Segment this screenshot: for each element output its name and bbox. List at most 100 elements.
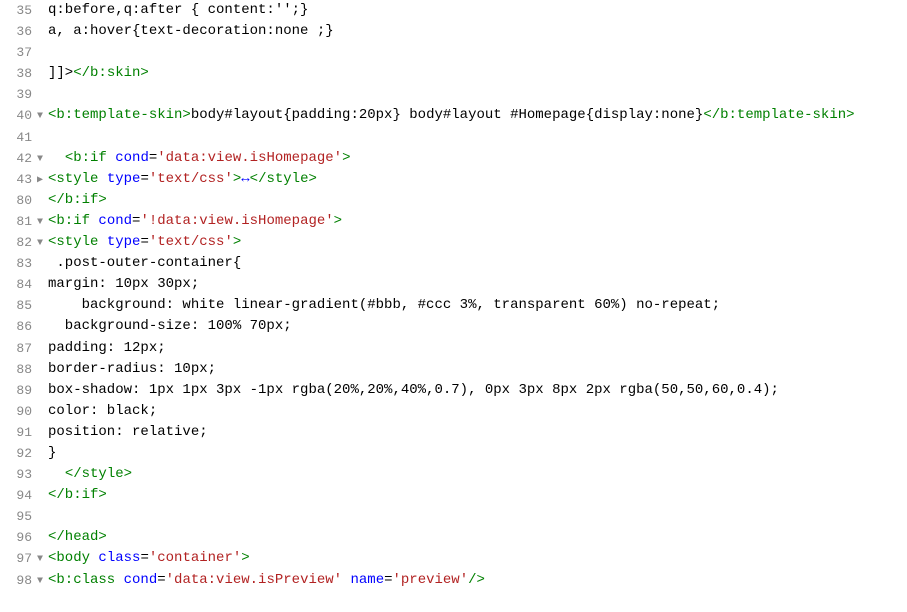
line-number: 96 bbox=[16, 530, 32, 545]
code-line[interactable]: padding: 12px; bbox=[48, 338, 907, 359]
code-line[interactable]: q:before,q:after { content:'';} bbox=[48, 0, 907, 21]
token-text: background: white linear-gradient(#bbb, … bbox=[48, 297, 720, 313]
token-op: = bbox=[384, 572, 392, 588]
line-number: 87 bbox=[16, 341, 32, 356]
line-number: 41 bbox=[16, 130, 32, 145]
token-tag: <style bbox=[48, 171, 98, 187]
token-text bbox=[98, 171, 106, 187]
token-tag: <style bbox=[48, 234, 98, 250]
code-line[interactable]: background-size: 100% 70px; bbox=[48, 316, 907, 337]
code-line[interactable] bbox=[48, 84, 907, 105]
code-line[interactable]: <b:if cond='data:view.isHomepage'> bbox=[48, 148, 907, 169]
token-attr: cond bbox=[124, 572, 158, 588]
code-line[interactable]: border-radius: 10px; bbox=[48, 359, 907, 380]
code-line[interactable]: a, a:hover{text-decoration:none ;} bbox=[48, 21, 907, 42]
token-attr: type bbox=[107, 171, 141, 187]
fold-expanded-icon[interactable]: ▼ bbox=[34, 233, 46, 254]
line-number: 86 bbox=[16, 319, 32, 334]
token-tag: <b:template-skin> bbox=[48, 107, 191, 123]
token-text: body#layout{padding:20px} body#layout #H… bbox=[191, 107, 703, 123]
fold-collapsed-icon[interactable]: ▶ bbox=[34, 170, 46, 191]
code-line[interactable] bbox=[48, 42, 907, 63]
token-text bbox=[98, 234, 106, 250]
token-text: color: black; bbox=[48, 403, 157, 419]
code-line[interactable]: </head> bbox=[48, 527, 907, 548]
line-number: 40 bbox=[16, 108, 32, 123]
fold-expanded-icon[interactable]: ▼ bbox=[34, 106, 46, 127]
token-tag: </style> bbox=[65, 466, 132, 482]
code-line[interactable]: ]]></b:skin> bbox=[48, 63, 907, 84]
token-attr: name bbox=[350, 572, 384, 588]
code-line[interactable] bbox=[48, 127, 907, 148]
token-text: box-shadow: 1px 1px 3px -1px rgba(20%,20… bbox=[48, 382, 779, 398]
token-tag: > bbox=[233, 234, 241, 250]
code-line[interactable]: <b:if cond='!data:view.isHomepage'> bbox=[48, 211, 907, 232]
token-text: } bbox=[48, 445, 56, 461]
token-val: 'preview' bbox=[393, 572, 469, 588]
token-val: 'container' bbox=[149, 550, 241, 566]
code-line[interactable]: background: white linear-gradient(#bbb, … bbox=[48, 295, 907, 316]
token-val: 'data:view.isHomepage' bbox=[157, 150, 342, 166]
token-tag: <b:if bbox=[48, 213, 90, 229]
token-text bbox=[48, 466, 65, 482]
fold-gutter: ▼▼▶▼▼▼▼ bbox=[34, 0, 46, 612]
token-tag: <b:class bbox=[48, 572, 115, 588]
code-line[interactable] bbox=[48, 506, 907, 527]
code-line[interactable]: <b:template-skin>body#layout{padding:20p… bbox=[48, 105, 907, 126]
token-text: margin: 10px 30px; bbox=[48, 276, 199, 292]
code-line[interactable]: </b:if> bbox=[48, 485, 907, 506]
token-tag: /> bbox=[468, 572, 485, 588]
code-line[interactable]: <b:class cond='data:view.isPreview' name… bbox=[48, 570, 907, 591]
token-tag: </b:skin> bbox=[73, 65, 149, 81]
code-area[interactable]: q:before,q:after { content:'';} a, a:hove… bbox=[46, 0, 907, 612]
line-number: 92 bbox=[16, 446, 32, 461]
fold-expanded-icon[interactable]: ▼ bbox=[34, 549, 46, 570]
line-number: 89 bbox=[16, 383, 32, 398]
code-line[interactable]: .post-outer-container{ bbox=[48, 253, 907, 274]
token-tag: </b:template-skin> bbox=[703, 107, 854, 123]
token-text bbox=[115, 572, 123, 588]
line-number: 39 bbox=[16, 87, 32, 102]
code-line[interactable]: <style type='text/css'> bbox=[48, 232, 907, 253]
token-text: .post-outer-container{ bbox=[48, 255, 241, 271]
token-text bbox=[107, 150, 115, 166]
line-number: 38 bbox=[16, 66, 32, 81]
line-number: 35 bbox=[16, 3, 32, 18]
code-line[interactable]: </b:if> bbox=[48, 190, 907, 211]
code-line[interactable]: } bbox=[48, 443, 907, 464]
line-number: 80 bbox=[16, 193, 32, 208]
token-text: background-size: 100% 70px; bbox=[48, 318, 292, 334]
code-line[interactable]: <style type='text/css'>↔</style> bbox=[48, 169, 907, 190]
token-val: 'data:view.isPreview' bbox=[166, 572, 342, 588]
line-number: 90 bbox=[16, 404, 32, 419]
token-attr: class bbox=[98, 550, 140, 566]
code-line[interactable]: position: relative; bbox=[48, 422, 907, 443]
token-tag: <b:if bbox=[65, 150, 107, 166]
code-line[interactable]: margin: 10px 30px; bbox=[48, 274, 907, 295]
code-editor[interactable]: 3536373839404142438081828384858687888990… bbox=[0, 0, 907, 612]
line-number: 93 bbox=[16, 467, 32, 482]
line-number: 43 bbox=[16, 172, 32, 187]
line-number: 97 bbox=[16, 551, 32, 566]
code-line[interactable]: box-shadow: 1px 1px 3px -1px rgba(20%,20… bbox=[48, 380, 907, 401]
code-line[interactable]: color: black; bbox=[48, 401, 907, 422]
token-tag: <body bbox=[48, 550, 90, 566]
code-line[interactable]: <body class='container'> bbox=[48, 548, 907, 569]
line-number: 98 bbox=[16, 573, 32, 588]
token-op: = bbox=[140, 550, 148, 566]
code-line[interactable]: </style> bbox=[48, 464, 907, 485]
token-text: border-radius: 10px; bbox=[48, 361, 216, 377]
fold-expanded-icon[interactable]: ▼ bbox=[34, 212, 46, 233]
token-text: q:before,q:after { content:'';} bbox=[48, 2, 308, 18]
line-number: 94 bbox=[16, 488, 32, 503]
line-number: 88 bbox=[16, 362, 32, 377]
line-number: 95 bbox=[16, 509, 32, 524]
token-attr: cond bbox=[98, 213, 132, 229]
token-attr: type bbox=[107, 234, 141, 250]
token-op: = bbox=[140, 234, 148, 250]
token-tag: </style> bbox=[250, 171, 317, 187]
token-op: = bbox=[157, 572, 165, 588]
line-number: 81 bbox=[16, 214, 32, 229]
fold-expanded-icon[interactable]: ▼ bbox=[34, 571, 46, 592]
fold-expanded-icon[interactable]: ▼ bbox=[34, 149, 46, 170]
